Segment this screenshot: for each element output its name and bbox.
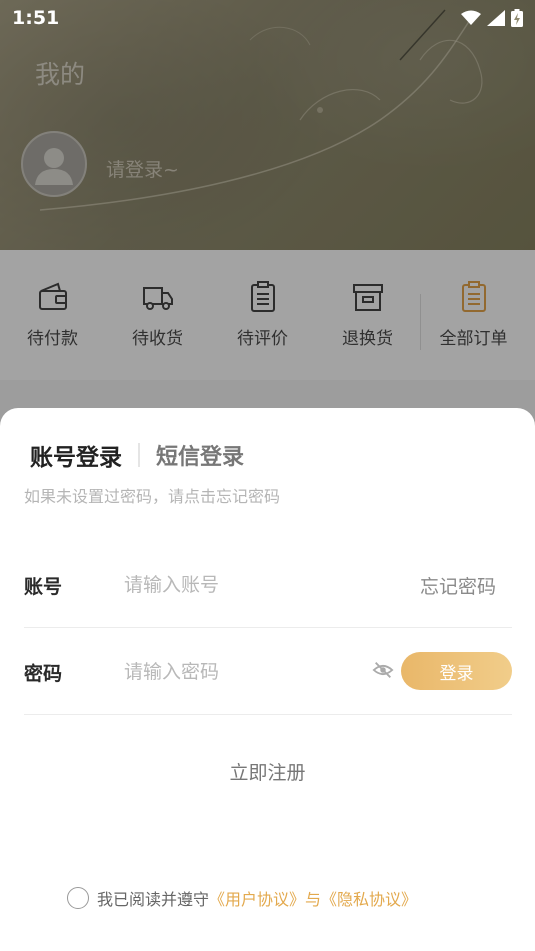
login-button[interactable]: 登录 [401, 652, 512, 690]
password-hint: 如果未设置过密码，请点击忘记密码 [24, 487, 281, 506]
cellular-signal-icon [487, 10, 505, 26]
tab-account-login[interactable]: 账号登录 [30, 438, 122, 472]
wifi-icon [461, 10, 481, 25]
account-input[interactable] [124, 574, 344, 596]
agreement-prefix: 我已阅读并遵守 [97, 890, 210, 909]
forgot-password-link[interactable]: 忘记密码 [420, 572, 496, 599]
account-label: 账号 [24, 575, 63, 598]
user-agreement-link[interactable]: 《用户协议》 [209, 886, 305, 910]
status-icons [461, 9, 523, 27]
tab-separator [138, 443, 140, 467]
tab-sms-login[interactable]: 短信登录 [156, 439, 244, 471]
password-input[interactable] [124, 661, 344, 683]
eye-off-icon[interactable] [372, 659, 394, 681]
login-tabs: 账号登录 短信登录 [30, 438, 244, 472]
register-link[interactable]: 立即注册 [0, 758, 535, 785]
password-row: 密码 登录 [24, 630, 512, 715]
status-bar: 1:51 [0, 0, 535, 36]
account-row: 账号 忘记密码 [24, 543, 512, 628]
battery-charging-icon [511, 9, 523, 27]
login-sheet: 账号登录 短信登录 如果未设置过密码，请点击忘记密码 账号 忘记密码 密码 登录… [0, 408, 535, 951]
agreement-conjunction: 与 [305, 890, 322, 909]
agreement-row: 我已阅读并遵守 《用户协议》 与 《隐私协议》 [67, 886, 417, 910]
password-label: 密码 [24, 662, 63, 685]
privacy-agreement-link[interactable]: 《隐私协议》 [321, 886, 417, 910]
agreement-checkbox[interactable] [67, 887, 89, 909]
status-time: 1:51 [12, 7, 60, 29]
